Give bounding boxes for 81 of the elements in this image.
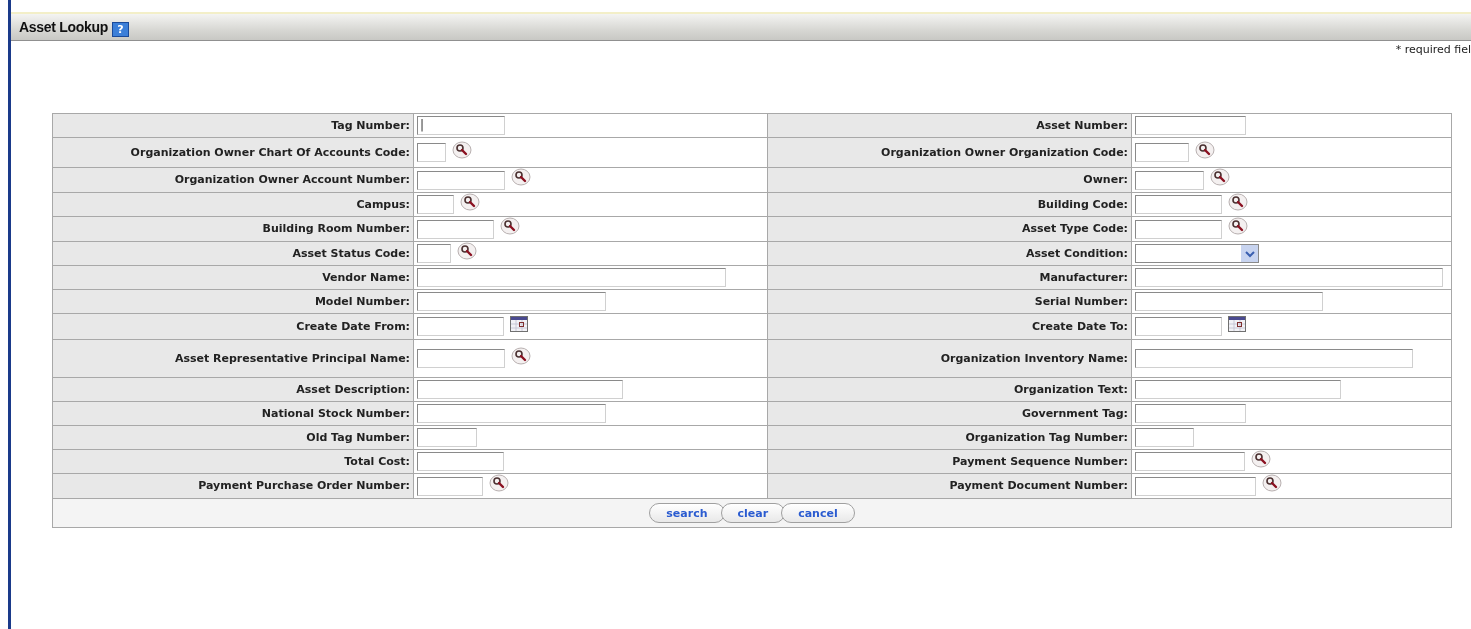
input-field[interactable]: |: [417, 116, 505, 135]
field-label: Asset Number:: [767, 113, 1132, 138]
input-field[interactable]: [417, 292, 606, 311]
calendar-icon[interactable]: [510, 316, 528, 332]
field-label: Organization Owner Account Number:: [52, 167, 414, 193]
input-field[interactable]: [1135, 292, 1323, 311]
field-label: Vendor Name:: [52, 265, 414, 290]
input-field[interactable]: [1135, 452, 1245, 471]
input-field[interactable]: [1135, 268, 1443, 287]
field-label: National Stock Number:: [52, 401, 414, 426]
field-label: Model Number:: [52, 289, 414, 314]
search-icon[interactable]: [1195, 140, 1215, 159]
input-field[interactable]: [1135, 404, 1246, 423]
input-field[interactable]: [1135, 219, 1222, 239]
page-title: Asset Lookup: [19, 19, 108, 35]
field-label: Asset Type Code:: [767, 216, 1132, 242]
field-label: Organization Tag Number:: [767, 425, 1132, 450]
input-field[interactable]: [1135, 380, 1341, 399]
input-field[interactable]: [417, 452, 504, 471]
search-icon[interactable]: [511, 346, 531, 365]
dropdown[interactable]: [1135, 244, 1259, 263]
field-label: Owner:: [767, 167, 1132, 193]
input-field[interactable]: [1135, 116, 1246, 135]
search-icon[interactable]: [1262, 474, 1282, 492]
input-field[interactable]: [417, 170, 505, 190]
field-label: Create Date From:: [52, 313, 414, 340]
search-icon[interactable]: [460, 192, 480, 211]
input-field[interactable]: [1135, 317, 1222, 336]
input-field[interactable]: [417, 380, 623, 399]
field-label: Serial Number:: [767, 289, 1132, 314]
search-icon[interactable]: [1228, 217, 1248, 235]
field-label: Organization Text:: [767, 377, 1132, 402]
input-field[interactable]: [417, 428, 477, 447]
input-field[interactable]: [1135, 170, 1204, 190]
input-field[interactable]: [1135, 349, 1413, 368]
input-field[interactable]: [417, 317, 504, 336]
form-button[interactable]: cancel: [781, 503, 855, 523]
form-button[interactable]: search: [649, 503, 725, 523]
field-label: Organization Inventory Name:: [767, 339, 1132, 378]
input-field[interactable]: [417, 244, 451, 263]
input-field[interactable]: [1135, 428, 1194, 447]
input-field[interactable]: [417, 404, 606, 423]
input-field[interactable]: [1135, 476, 1256, 496]
field-label: Tag Number:: [52, 113, 414, 138]
field-label: Create Date To:: [767, 313, 1132, 340]
search-icon[interactable]: [1210, 168, 1230, 186]
input-field[interactable]: [417, 195, 454, 214]
input-field[interactable]: [417, 268, 726, 287]
search-icon[interactable]: [1251, 449, 1271, 468]
field-label: Total Cost:: [52, 449, 414, 474]
input-field[interactable]: [417, 219, 494, 239]
field-label: Building Code:: [767, 192, 1132, 217]
input-field[interactable]: [417, 476, 483, 496]
search-icon[interactable]: [489, 474, 509, 492]
field-label: Asset Description:: [52, 377, 414, 402]
chevron-down-icon: [1241, 245, 1258, 262]
required-note: * required fiel: [1394, 43, 1471, 56]
search-icon[interactable]: [500, 217, 520, 235]
input-field[interactable]: [1135, 143, 1189, 162]
input-field[interactable]: [417, 349, 505, 368]
field-label: Organization Owner Chart Of Accounts Code:: [52, 137, 414, 168]
field-label: Asset Status Code:: [52, 241, 414, 266]
help-icon[interactable]: ?: [111, 22, 129, 37]
field-label: Asset Condition:: [767, 241, 1132, 266]
search-icon[interactable]: [511, 168, 531, 186]
input-field[interactable]: [417, 143, 446, 162]
field-label: Building Room Number:: [52, 216, 414, 242]
search-icon[interactable]: [452, 140, 472, 159]
field-label: Government Tag:: [767, 401, 1132, 426]
input-field[interactable]: [1135, 195, 1222, 214]
calendar-icon[interactable]: [1228, 316, 1246, 332]
field-label: Campus:: [52, 192, 414, 217]
search-icon[interactable]: [1228, 192, 1248, 211]
field-label: Old Tag Number:: [52, 425, 414, 450]
field-label: Payment Purchase Order Number:: [52, 473, 414, 499]
field-label: Asset Representative Principal Name:: [52, 339, 414, 378]
field-label: Manufacturer:: [767, 265, 1132, 290]
field-label: Organization Owner Organization Code:: [767, 137, 1132, 168]
field-label: Payment Document Number:: [767, 473, 1132, 499]
field-label: Payment Sequence Number:: [767, 449, 1132, 474]
search-icon[interactable]: [457, 241, 477, 260]
